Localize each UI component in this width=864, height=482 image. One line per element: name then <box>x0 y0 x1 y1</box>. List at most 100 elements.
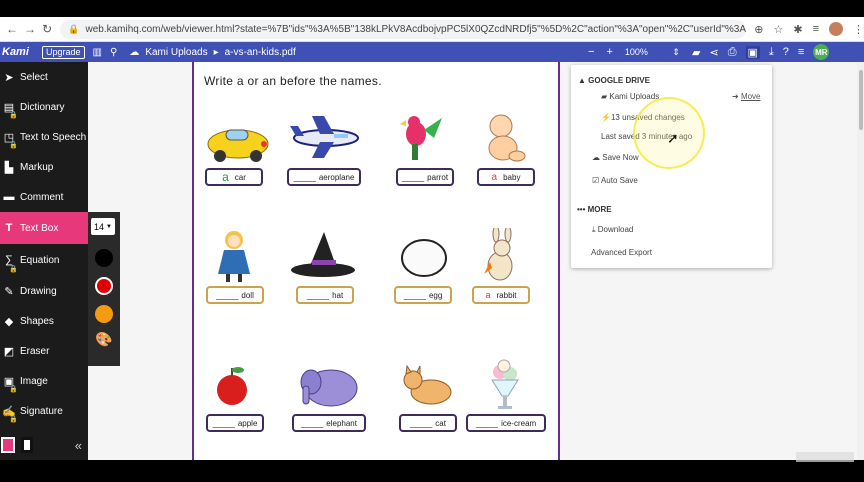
answer-field-aeroplane[interactable]: _____ aeroplane <box>287 168 361 186</box>
download-menu-item[interactable]: ⤓ Download <box>592 225 633 235</box>
save-icon[interactable]: ▣ <box>745 45 760 59</box>
tool-label: Select <box>20 71 48 83</box>
scrollbar-thumb[interactable] <box>859 70 863 130</box>
egg-picture <box>384 228 464 286</box>
item-name: ice-cream <box>501 418 537 428</box>
color-swatch-black[interactable] <box>95 249 113 267</box>
tool-drawing[interactable]: ✎ Drawing <box>0 276 88 306</box>
tool-shapes[interactable]: ◆ Shapes <box>0 306 88 336</box>
menu-icon[interactable]: ≡ <box>798 46 804 58</box>
collapse-sidebar-button[interactable]: « <box>75 438 82 453</box>
share-icon[interactable]: ⋖ <box>709 46 718 59</box>
answer-field-ice-cream[interactable]: _____ ice-cream <box>466 414 546 432</box>
tool-label: Text Box <box>20 222 59 234</box>
item-name: hat <box>332 290 344 300</box>
tool-dictionary[interactable]: ▤ Dictionary 🔒 <box>0 92 88 122</box>
search-icon[interactable]: ⚲ <box>110 47 117 58</box>
answer-field-car[interactable]: a car <box>205 168 263 186</box>
sidebar-footer: « <box>0 434 88 456</box>
tool-image[interactable]: ▣ Image 🔒 <box>0 366 88 396</box>
arrow-right-icon: ➜ <box>732 92 739 101</box>
cloud-upload-icon: ☁ <box>592 153 600 162</box>
screen-bottom-border <box>0 460 864 482</box>
folder-icon[interactable]: ▰ <box>692 46 700 59</box>
blank-line: _____ <box>293 172 316 182</box>
color-swatch-orange[interactable] <box>95 305 113 323</box>
lock-icon: 🔒 <box>9 416 18 423</box>
answer-field-egg[interactable]: _____ egg <box>394 286 452 304</box>
answer-field-doll[interactable]: _____ doll <box>206 286 264 304</box>
advanced-export-menu-item[interactable]: Advanced Export <box>591 248 652 257</box>
print-icon[interactable]: ⎙ <box>728 46 737 59</box>
tool-label: Eraser <box>20 345 50 357</box>
auto-save-checkbox[interactable]: ☑ Auto Save <box>592 176 638 185</box>
profile-avatar[interactable] <box>829 22 843 36</box>
breadcrumb-file[interactable]: a-vs-an-kids.pdf <box>225 47 296 58</box>
item-name: aeroplane <box>318 172 355 182</box>
tool-sidebar: ➤ Select ▤ Dictionary 🔒 ◳ Text to Speech 🔒 ▙ M… <box>0 62 88 460</box>
tool-text-box[interactable]: T Text Box <box>0 212 88 244</box>
tool-signature[interactable]: ✍ Signature 🔒 <box>0 396 88 426</box>
zoom-select[interactable]: 100% ⇕ <box>625 47 683 58</box>
url-text: web.kamihq.com/web/viewer.html?state=%7B… <box>85 23 747 35</box>
car-picture <box>202 112 282 168</box>
color-swatch-red[interactable] <box>95 277 113 295</box>
extensions-icon[interactable]: ✱ <box>793 23 802 36</box>
font-size-select[interactable]: 14 ▼ <box>91 218 115 235</box>
zoom-in-button[interactable]: + <box>606 46 612 58</box>
cursor-icon: ➤ <box>4 71 14 84</box>
zoom-out-button[interactable]: − <box>588 46 594 58</box>
install-icon[interactable]: ⊕ <box>754 23 763 36</box>
more-section-header: ••• MORE <box>577 205 612 214</box>
drive-folder: ▰ Kami Uploads <box>601 92 659 101</box>
view-mode-single-button[interactable] <box>1 437 15 453</box>
back-icon[interactable]: ← <box>6 22 18 36</box>
answer-text: a <box>491 171 498 183</box>
cloud-icon: ☁ <box>129 46 140 58</box>
download-icon[interactable]: ⤓ <box>769 46 774 59</box>
help-icon[interactable]: ? <box>783 46 789 58</box>
address-bar[interactable]: 🔒 web.kamihq.com/web/viewer.html?state=%… <box>60 19 747 39</box>
parrot-picture <box>386 112 466 168</box>
save-now-button[interactable]: ☁ Save Now <box>592 153 639 162</box>
answer-field-parrot[interactable]: _____ parrot <box>396 168 454 186</box>
answer-text: a <box>485 290 491 300</box>
user-avatar[interactable]: MR <box>813 44 830 60</box>
reload-icon[interactable]: ↻ <box>42 22 52 36</box>
answer-field-apple[interactable]: _____ apple <box>206 414 264 432</box>
textbox-icon: T <box>5 222 13 234</box>
worksheet-item-hat: _____ hat <box>286 228 366 304</box>
move-button[interactable]: ➜ Move <box>732 92 761 101</box>
star-icon[interactable]: ☆ <box>773 23 783 36</box>
answer-field-elephant[interactable]: _____ elephant <box>292 414 366 432</box>
browser-menu-icon[interactable]: ⋮ <box>853 23 864 36</box>
answer-field-cat[interactable]: _____ cat <box>399 414 457 432</box>
breadcrumb-folder[interactable]: Kami Uploads <box>145 47 207 58</box>
answer-field-baby[interactable]: a baby <box>477 168 535 186</box>
download-icon: ⤓ <box>592 225 596 234</box>
tool-text-to-speech[interactable]: ◳ Text to Speech 🔒 <box>0 122 88 152</box>
worksheet-item-egg: _____ egg <box>384 228 464 304</box>
rabbit-picture <box>462 225 542 286</box>
doll-picture <box>196 228 276 286</box>
tool-markup[interactable]: ▙ Markup <box>0 152 88 182</box>
tool-select[interactable]: ➤ Select <box>0 62 88 92</box>
tool-eraser[interactable]: ◩ Eraser <box>0 336 88 366</box>
worksheet-item-aeroplane: _____ aeroplane <box>284 112 364 186</box>
media-icon[interactable]: ≡ <box>813 23 819 35</box>
tool-equation[interactable]: ∑ Equation 🔒 <box>0 244 88 276</box>
brush-icon: ✎ <box>4 285 14 298</box>
answer-field-hat[interactable]: _____ hat <box>296 286 354 304</box>
apple-picture <box>196 358 276 414</box>
sidebar-toggle-icon[interactable]: ▥ <box>93 47 102 58</box>
item-name: rabbit <box>496 290 517 300</box>
answer-field-rabbit[interactable]: a rabbit <box>472 286 530 304</box>
tool-label: Comment <box>20 191 64 203</box>
forward-icon[interactable]: → <box>24 22 36 36</box>
upgrade-button[interactable]: Upgrade <box>42 45 85 59</box>
breadcrumb: ☁ Kami Uploads ▸ a-vs-an-kids.pdf <box>129 47 295 58</box>
palette-icon[interactable]: 🎨 <box>88 331 120 348</box>
view-mode-double-button[interactable] <box>21 437 33 453</box>
chevron-right-icon: ▸ <box>213 46 219 58</box>
tool-comment[interactable]: ▬ Comment <box>0 182 88 212</box>
